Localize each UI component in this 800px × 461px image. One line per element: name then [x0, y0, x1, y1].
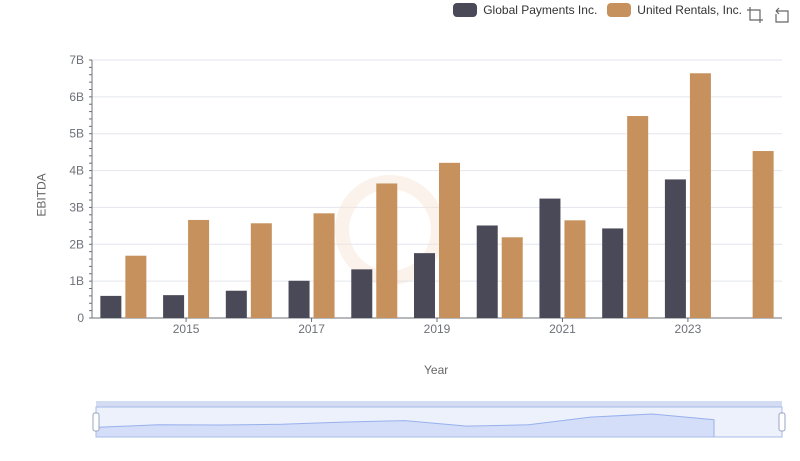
- bar-united-rentals-2014: [125, 255, 147, 318]
- bar-global-payments-2021: [539, 198, 561, 318]
- zoom-handle-right[interactable]: [778, 412, 786, 432]
- watermark-logo: [335, 175, 445, 285]
- bar-united-rentals-2015: [188, 219, 210, 318]
- zoom-handle-left[interactable]: [92, 412, 100, 432]
- legend-swatch-global-payments: [453, 3, 478, 17]
- y-axis-title: EBITDA: [34, 173, 49, 217]
- bar-united-rentals-2023: [689, 73, 711, 318]
- zoom-track: [95, 406, 783, 438]
- bar-united-rentals-2024: [752, 151, 774, 318]
- bar-global-payments-2014: [100, 295, 122, 318]
- bar-united-rentals-2019: [439, 162, 460, 318]
- y-tick-label: 1B: [69, 274, 84, 288]
- zoom-top-bar: [96, 401, 782, 407]
- x-tick-label: 2021: [549, 322, 576, 336]
- bar-global-payments-2015: [163, 295, 185, 318]
- zoom-icon[interactable]: [746, 6, 764, 24]
- x-tick-label: 2017: [298, 322, 325, 336]
- bar-global-payments-2016: [225, 290, 247, 318]
- zoom-selection: [95, 406, 783, 438]
- x-tick-label: 2019: [424, 322, 451, 336]
- plot-area: 0 1B 2B 3B 4B 5B 6B 7B 2015 2017 2019 2021 2023: [69, 53, 786, 438]
- y-tick-label: 0: [77, 311, 84, 325]
- y-tick-label: 4B: [69, 164, 84, 178]
- legend-label-united-rentals: United Rentals, Inc.: [637, 3, 742, 17]
- legend-item-united-rentals[interactable]: United Rentals, Inc.: [607, 3, 742, 17]
- legend-item-global-payments[interactable]: Global Payments Inc.: [453, 3, 597, 17]
- legend-label-global-payments: Global Payments Inc.: [483, 3, 598, 17]
- legend-swatch-united-rentals: [607, 3, 632, 17]
- bar-global-payments-2017: [288, 280, 310, 318]
- x-tick-label: 2015: [173, 322, 200, 336]
- y-tick-label: 3B: [69, 200, 84, 214]
- bar-global-payments-2018: [351, 269, 373, 318]
- bar-global-payments-2023: [664, 179, 686, 318]
- y-tick-label: 5B: [69, 127, 84, 141]
- y-tick-label: 2B: [69, 237, 84, 251]
- bar-global-payments-2022: [602, 228, 624, 318]
- y-tick-label: 6B: [69, 90, 84, 104]
- x-tick-label: 2023: [675, 322, 702, 336]
- bar-global-payments-2020: [476, 225, 498, 318]
- chart-container: Global Payments Inc. United Rentals, Inc…: [0, 0, 800, 461]
- legend: Global Payments Inc. United Rentals, Inc…: [453, 3, 742, 17]
- restore-icon[interactable]: [773, 6, 791, 24]
- x-axis-title: Year: [424, 363, 449, 377]
- zoom-preview-area: [95, 413, 715, 438]
- bar-united-rentals-2017: [313, 213, 335, 318]
- bar-united-rentals-2022: [627, 116, 649, 318]
- bar-united-rentals-2018: [376, 183, 398, 318]
- bar-united-rentals-2020: [501, 237, 523, 318]
- bar-united-rentals-2021: [564, 220, 586, 318]
- bar-global-payments-2019: [414, 253, 435, 318]
- bar-united-rentals-2016: [250, 223, 272, 318]
- y-tick-label: 7B: [69, 53, 84, 67]
